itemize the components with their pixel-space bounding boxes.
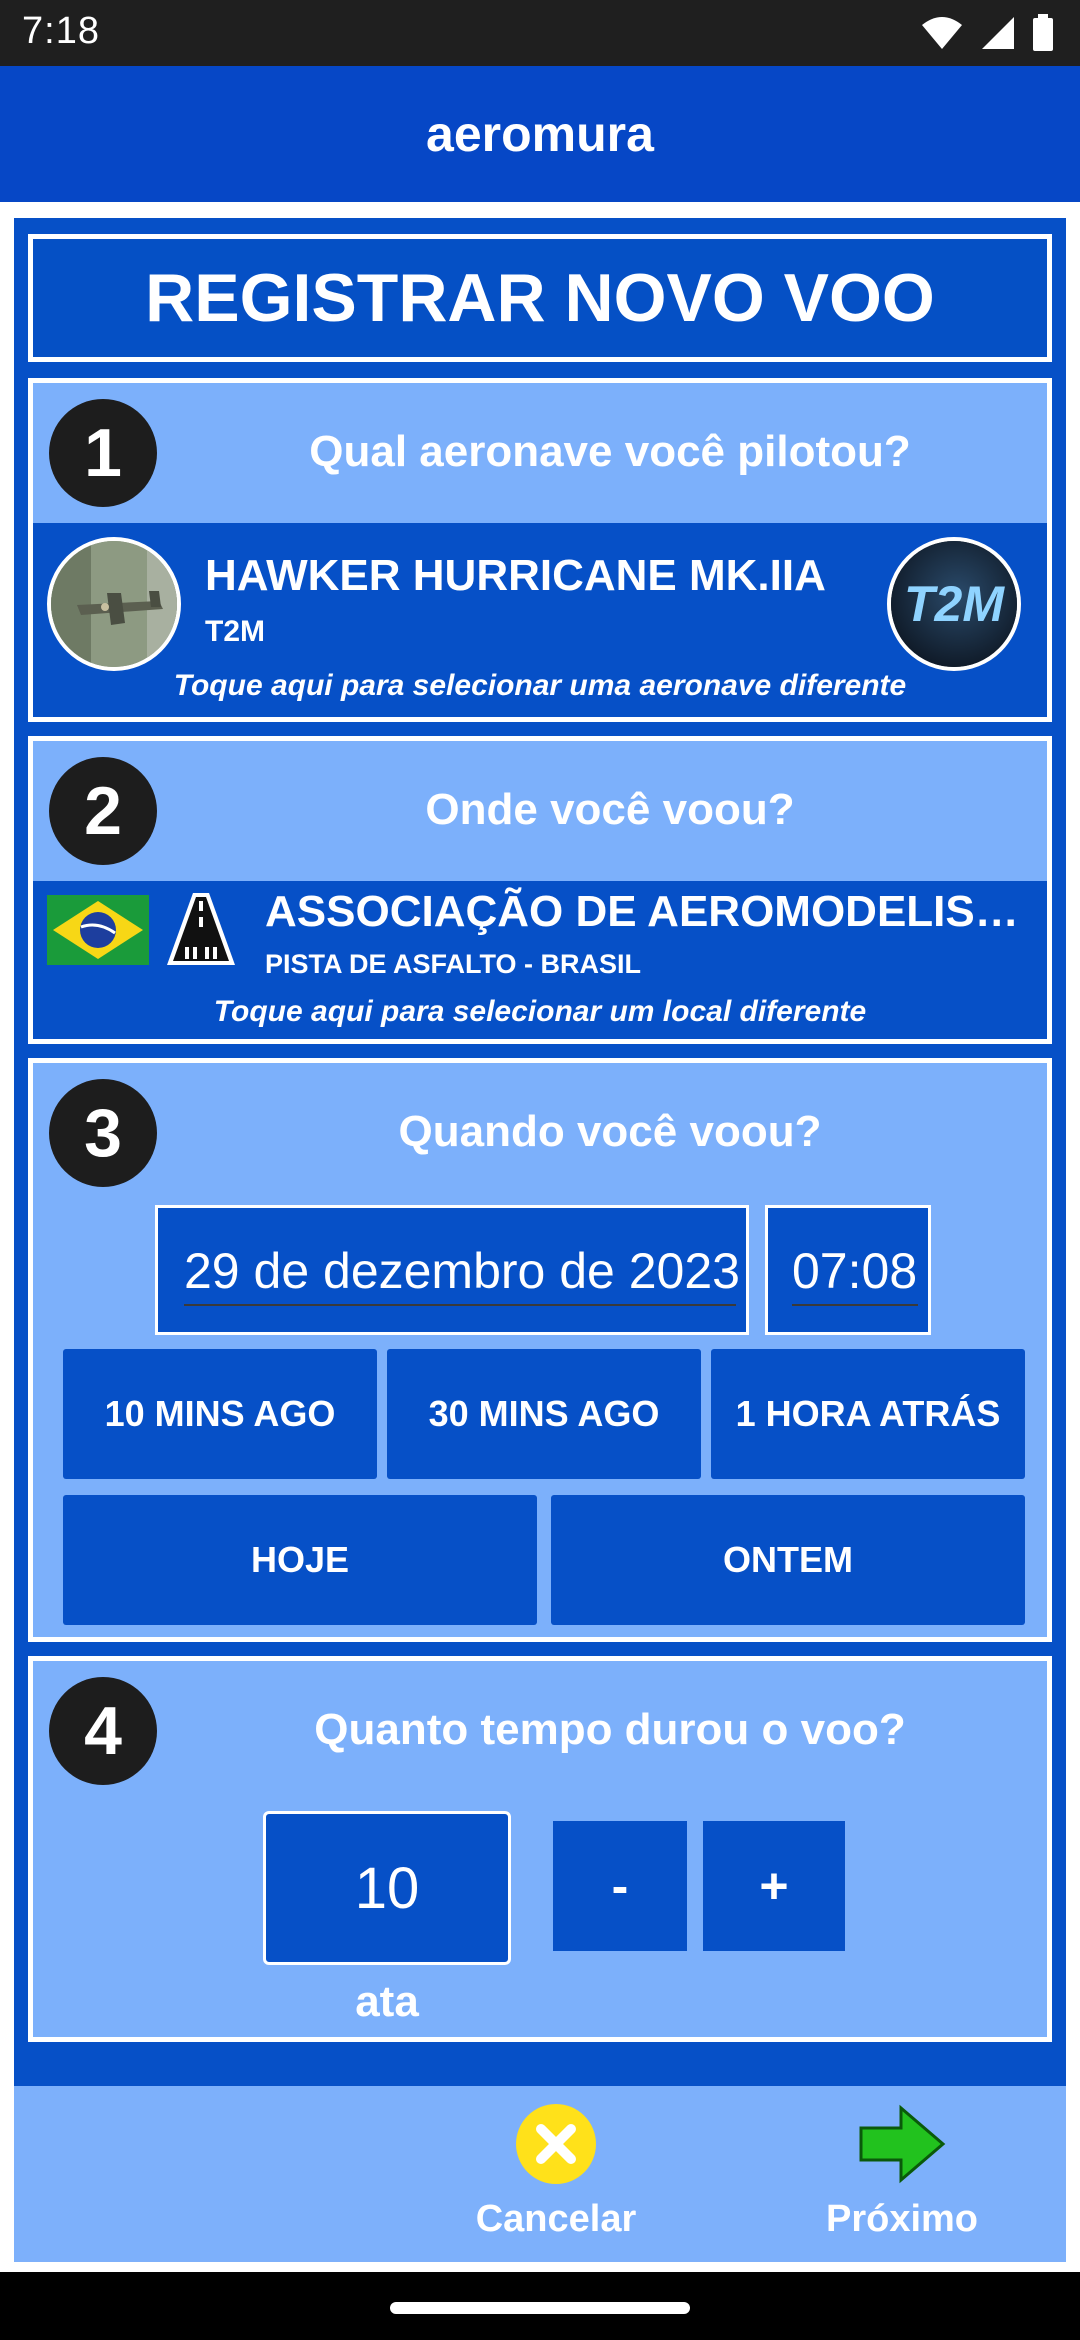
10-mins-ago-button[interactable]: 10 MINS AGO bbox=[63, 1349, 377, 1479]
battery-icon bbox=[1033, 14, 1053, 51]
page-title: REGISTRAR NOVO VOO bbox=[145, 260, 935, 336]
brand-logo: T2M bbox=[887, 537, 1021, 671]
step-when-panel: 3 Quando você voou? 29 de dezembro de 20… bbox=[28, 1058, 1052, 1642]
home-gesture-handle[interactable] bbox=[390, 2302, 690, 2314]
date-value: 29 de dezembro de 2023 bbox=[184, 1242, 740, 1306]
aircraft-brand: T2M bbox=[205, 615, 265, 648]
register-flight-form: REGISTRAR NOVO VOO 1 Qual aeronave você … bbox=[14, 218, 1066, 2088]
1-hour-ago-button[interactable]: 1 HORA ATRÁS bbox=[711, 1349, 1025, 1479]
status-icons bbox=[920, 14, 1054, 52]
page-title-panel: REGISTRAR NOVO VOO bbox=[28, 234, 1052, 362]
date-field[interactable]: 29 de dezembro de 2023 bbox=[155, 1205, 749, 1335]
location-hint: Toque aqui para selecionar um local dife… bbox=[213, 995, 867, 1028]
wifi-icon bbox=[922, 17, 962, 49]
step-aircraft-panel: 1 Qual aeronave você pilotou? HAWKER HUR… bbox=[28, 378, 1052, 722]
airplane-photo-icon bbox=[51, 541, 177, 667]
status-time: 7:18 bbox=[22, 10, 100, 52]
next-label: Próximo bbox=[825, 2198, 979, 2240]
step-location-panel: 2 Onde você voou? ASSOCIAÇÃO DE AEROMODE… bbox=[28, 736, 1055, 1044]
app-title: aeromura bbox=[426, 106, 654, 162]
when-question: Quando você voou? bbox=[398, 1107, 822, 1156]
location-question: Onde você voou? bbox=[425, 785, 795, 834]
aircraft-name: HAWKER HURRICANE MK.IIA bbox=[205, 551, 826, 600]
status-bar: 7:18 bbox=[0, 0, 1080, 66]
duration-unit: ata bbox=[355, 1977, 419, 2026]
decrement-button[interactable]: - bbox=[553, 1821, 687, 1951]
time-value: 07:08 bbox=[792, 1242, 918, 1306]
time-field[interactable]: 07:08 bbox=[765, 1205, 931, 1335]
duration-question: Quanto tempo durou o voo? bbox=[314, 1705, 906, 1754]
30-mins-ago-button[interactable]: 30 MINS AGO bbox=[387, 1349, 701, 1479]
step-number-1: 1 bbox=[49, 399, 157, 507]
increment-button[interactable]: + bbox=[703, 1821, 845, 1951]
brazil-flag-icon bbox=[47, 895, 149, 965]
next-arrow-icon bbox=[859, 2104, 946, 2184]
aircraft-hint: Toque aqui para selecionar uma aeronave … bbox=[173, 669, 907, 702]
yesterday-button[interactable]: ONTEM bbox=[551, 1495, 1025, 1625]
cancel-label: Cancelar bbox=[475, 2198, 637, 2240]
step-number-2: 2 bbox=[49, 757, 157, 865]
aircraft-photo bbox=[47, 537, 181, 671]
runway-icon bbox=[167, 893, 235, 965]
location-subtitle: PISTA DE ASFALTO - BRASIL bbox=[265, 949, 642, 979]
brand-logo-text: T2M bbox=[904, 576, 1004, 632]
location-name: ASSOCIAÇÃO DE AEROMODELISMO… bbox=[265, 887, 1055, 936]
cancel-button[interactable]: Cancelar bbox=[430, 2102, 682, 2241]
app-bar: aeromura bbox=[0, 66, 1080, 202]
step-number-3: 3 bbox=[49, 1079, 157, 1187]
step-duration-panel: 4 Quanto tempo durou o voo? 10 - + ata bbox=[28, 1656, 1052, 2042]
system-nav-bar bbox=[0, 2272, 1080, 2340]
cancel-icon bbox=[516, 2104, 596, 2184]
signal-icon bbox=[982, 17, 1014, 49]
duration-input[interactable]: 10 bbox=[263, 1811, 511, 1965]
aircraft-selector[interactable]: HAWKER HURRICANE MK.IIA T2M T2M Toque aq… bbox=[33, 523, 1047, 717]
step-number-4: 4 bbox=[49, 1677, 157, 1785]
aircraft-question: Qual aeronave você pilotou? bbox=[309, 427, 911, 476]
bottom-action-bar: Cancelar Próximo bbox=[14, 2086, 1066, 2262]
next-button[interactable]: Próximo bbox=[776, 2102, 1028, 2241]
location-selector[interactable]: ASSOCIAÇÃO DE AEROMODELISMO… PISTA DE AS… bbox=[33, 881, 1055, 1039]
today-button[interactable]: HOJE bbox=[63, 1495, 537, 1625]
